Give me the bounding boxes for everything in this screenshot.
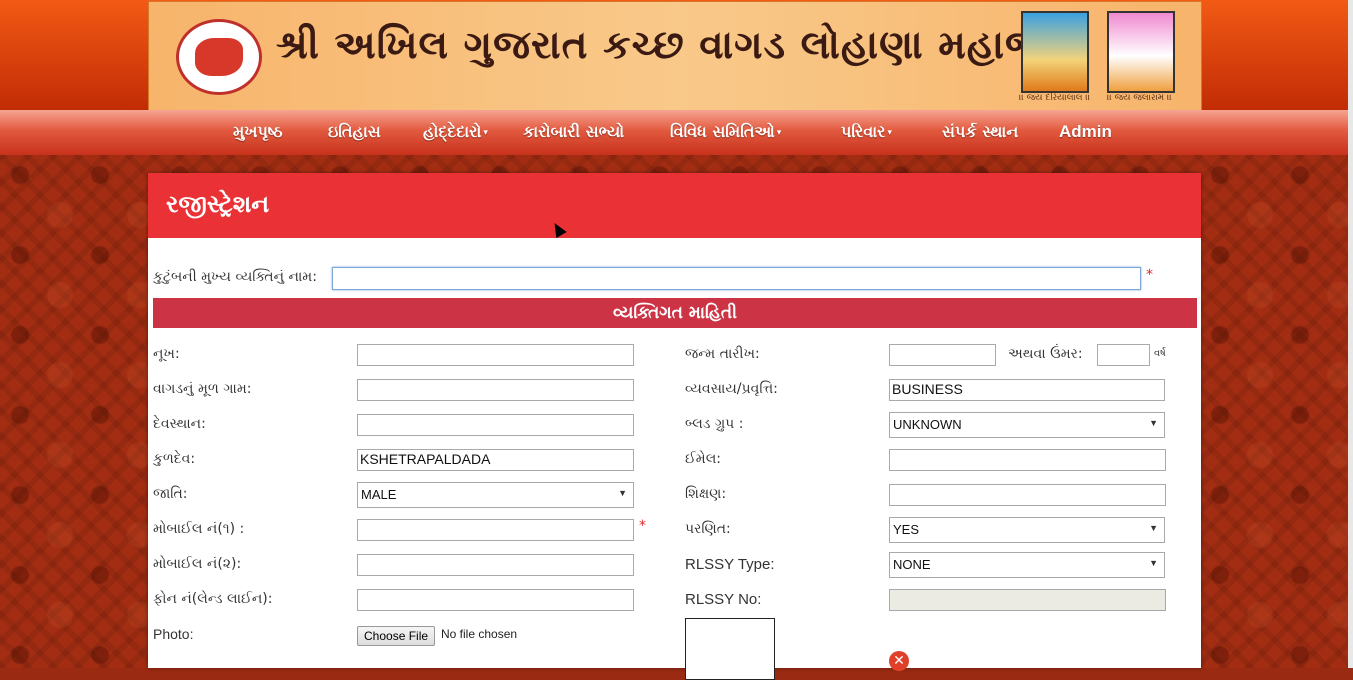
age-input[interactable]: [1097, 344, 1150, 366]
phone-label: ફોન નં(લેન્ડ લાઈન):: [153, 591, 273, 607]
mobile1-input[interactable]: [357, 519, 634, 541]
nav-family[interactable]: પરિવાર ▾: [841, 122, 892, 142]
mobile1-label: મોબાઈલ નં(૧) :: [153, 521, 245, 537]
email-input[interactable]: [889, 449, 1166, 471]
deity-image-jalaram: [1107, 11, 1175, 93]
chevron-down-icon: ▼: [1149, 418, 1158, 428]
devsthan-input[interactable]: [357, 414, 634, 436]
chevron-down-icon: ▼: [1149, 558, 1158, 568]
nav-admin[interactable]: Admin: [1059, 122, 1112, 142]
nav-home[interactable]: મુખપૃષ્ઠ: [233, 122, 283, 142]
blood-group-select-value: UNKNOWN: [893, 417, 962, 432]
nav-office-bearers[interactable]: હોદ્દેદારો ▾: [423, 122, 488, 142]
gender-label: જાતિ:: [153, 486, 188, 502]
married-label: પરણિત:: [685, 521, 731, 537]
dob-label: જન્મ તારીખ:: [685, 346, 760, 362]
email-label: ઈમેલ:: [685, 451, 721, 467]
age-label: અથવા ઉંમર:: [1008, 346, 1083, 362]
rlssy-type-label: RLSSY Type:: [685, 556, 775, 573]
nav-committees[interactable]: વિવિધ સમિતિઓ ▾: [670, 122, 781, 142]
family-head-input[interactable]: [332, 267, 1141, 290]
deity-caption-2: ।। જય જલારામ ।।: [1107, 93, 1172, 103]
rlssy-type-select-value: NONE: [893, 557, 931, 572]
remove-photo-icon[interactable]: ✕: [889, 651, 909, 671]
required-mark: *: [639, 518, 646, 534]
devsthan-label: દેવસ્થાન:: [153, 416, 206, 432]
gender-select[interactable]: MALE ▼: [357, 482, 634, 508]
chevron-down-icon: ▼: [1149, 523, 1158, 533]
gender-select-value: MALE: [361, 487, 397, 502]
deity-caption-1: ।। જય દરિયાલાલ ।।: [1019, 93, 1091, 103]
registration-card: રજીસ્ટ્રેશન કુટુંબની મુખ્ય વ્યક્તિનું ના…: [148, 173, 1201, 680]
nav-contact[interactable]: સંપર્ક સ્થાન: [942, 122, 1018, 142]
nav-committee-members[interactable]: કારોબારી સભ્યો: [523, 122, 624, 142]
nav-family-label: પરિવાર: [841, 122, 886, 141]
deity-image-dariyalal: [1021, 11, 1089, 93]
education-label: શિક્ષણ:: [685, 486, 727, 502]
section-personal-info: વ્યક્તિગત માહિતી: [153, 298, 1197, 328]
choose-file-button[interactable]: Choose File: [357, 626, 436, 646]
kuldev-label: કુળદેવ:: [153, 451, 196, 467]
occupation-label: વ્યવસાય/પ્રવૃત્તિ:: [685, 381, 778, 397]
chevron-down-icon: ▾: [887, 127, 892, 138]
village-label: વાગડનું મૂળ ગામ:: [153, 381, 252, 397]
photo-label: Photo:: [153, 626, 194, 642]
mobile2-input[interactable]: [357, 554, 634, 576]
nav-office-bearers-label: હોદ્દેદારો: [423, 122, 482, 141]
blood-group-select[interactable]: UNKNOWN ▼: [889, 412, 1165, 438]
village-input[interactable]: [357, 379, 634, 401]
dob-input[interactable]: [889, 344, 996, 366]
married-select-value: YES: [893, 522, 920, 537]
card-header: રજીસ્ટ્રેશન: [148, 173, 1201, 238]
phone-input[interactable]: [357, 589, 634, 611]
chevron-down-icon: ▼: [618, 488, 627, 498]
nukh-input[interactable]: [357, 344, 634, 366]
organization-logo[interactable]: [176, 19, 262, 95]
nav-history[interactable]: ઇતિહાસ: [328, 122, 381, 142]
rlssy-no-label: RLSSY No:: [685, 591, 762, 608]
kuldev-input[interactable]: KSHETRAPALDADA: [357, 449, 634, 471]
nukh-label: નૂખ:: [153, 346, 180, 362]
age-unit: વર્ષ: [1154, 348, 1166, 359]
rlssy-type-select[interactable]: NONE ▼: [889, 552, 1165, 578]
chevron-down-icon: ▾: [776, 127, 782, 138]
site-banner: શ્રી અખિલ ગુજરાત કચ્છ વાગડ લોહાણા મહાજન …: [148, 1, 1202, 111]
mobile2-label: મોબાઈલ નં(૨):: [153, 556, 242, 572]
family-head-label: કુટુંબની મુખ્ય વ્યક્તિનું નામ:: [153, 269, 317, 285]
married-select[interactable]: YES ▼: [889, 517, 1165, 543]
blood-group-label: બ્લડ ગ્રુપ :: [685, 416, 744, 432]
occupation-input[interactable]: BUSINESS: [889, 379, 1165, 401]
photo-preview: [685, 618, 775, 680]
page-scrollbar[interactable]: [1348, 0, 1353, 668]
rlssy-no-input: [889, 589, 1166, 611]
main-navigation: મુખપૃષ્ઠ ઇતિહાસ હોદ્દેદારો ▾ કારોબારી સભ્…: [0, 110, 1353, 156]
gujarat-map-icon: [195, 38, 243, 76]
nav-committees-label: વિવિધ સમિતિઓ: [670, 122, 775, 141]
site-title: શ્રી અખિલ ગુજરાત કચ્છ વાગડ લોહાણા મહાજન: [276, 22, 1074, 68]
file-status: No file chosen: [441, 627, 518, 641]
required-mark: *: [1146, 267, 1153, 283]
education-input[interactable]: [889, 484, 1166, 506]
chevron-down-icon: ▾: [483, 127, 488, 138]
page-title: રજીસ્ટ્રેશન: [166, 190, 270, 218]
